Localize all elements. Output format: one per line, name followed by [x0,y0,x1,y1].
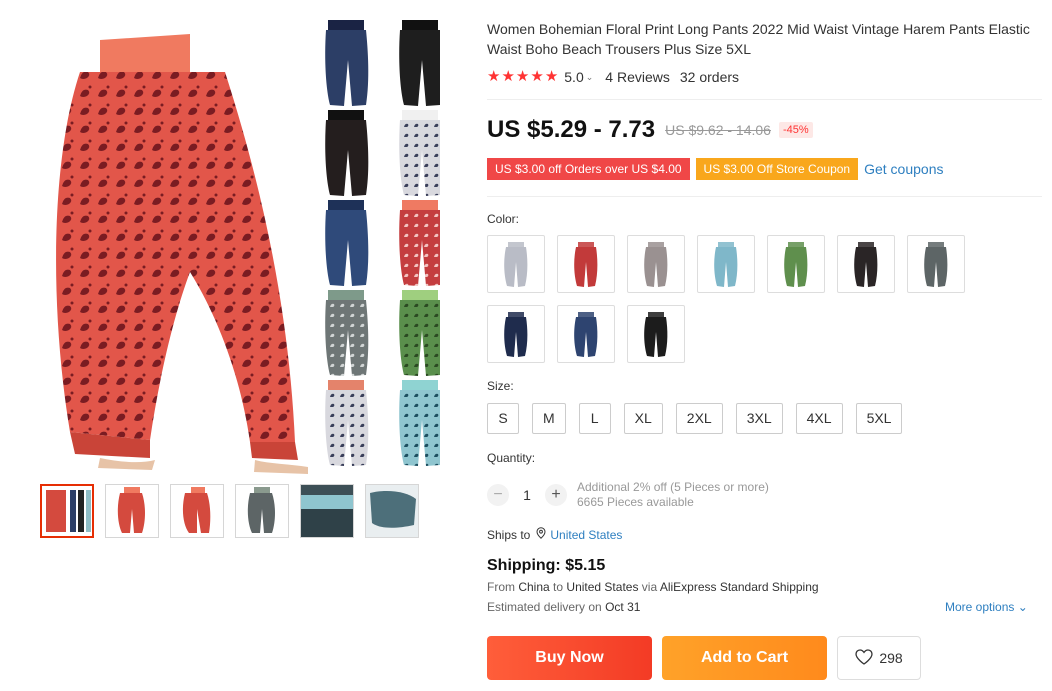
color-grid [325,20,443,466]
more-options-link[interactable]: More options ⌄ [945,600,1028,614]
size-option[interactable]: 2XL [675,403,723,434]
thumbnail-2[interactable] [105,484,159,538]
ships-to-row: Ships to United States [487,527,622,542]
size-option[interactable]: 3XL [735,403,783,434]
chevron-down-icon[interactable]: ⌄ [586,72,594,83]
chevron-down-icon: ⌄ [1017,600,1028,614]
wishlist-button[interactable]: 298 [837,636,921,680]
size-label: Size: [487,379,514,393]
action-buttons: Buy Now Add to Cart 298 [487,636,921,680]
ship-to-country: United States [566,580,639,594]
swatch-pants-image [644,242,668,287]
swatch-pants-image [504,242,528,287]
shipping-route: From China to United States via AliExpre… [487,580,819,594]
ships-to-label: Ships to [487,527,531,542]
thumbnail-6[interactable] [365,484,419,538]
ships-to-country[interactable]: United States [550,528,622,542]
heart-icon [855,648,873,668]
color-swatch[interactable] [487,235,545,293]
color-swatch[interactable] [837,235,895,293]
thumbnail-5[interactable] [300,484,354,538]
quantity-note: Additional 2% off (5 Pieces or more) 666… [577,480,769,510]
divider [487,196,1042,197]
color-options [487,235,987,363]
ship-from-country: China [518,580,550,594]
shipping-cost: Shipping: $5.15 [487,557,606,574]
to-prefix: to [553,580,564,594]
swatch-pants-image [504,312,528,357]
star-rating: ★ ★ ★ ★ ★ [487,68,558,86]
bulk-discount-note: Additional 2% off (5 Pieces or more) [577,480,769,494]
color-label: Color: [487,212,520,226]
swatch-pants-image [574,312,598,357]
size-option[interactable]: 5XL [855,403,903,434]
quantity-stepper: − 1 + Additional 2% off (5 Pieces or mor… [487,480,769,510]
rating-value[interactable]: 5.0 [564,69,583,85]
size-option[interactable]: S [487,403,519,434]
location-pin-icon [536,527,546,542]
swatch-pants-image [714,242,738,287]
color-swatch[interactable] [557,305,615,363]
color-swatch[interactable] [627,235,685,293]
rating-row: ★ ★ ★ ★ ★ 5.0 ⌄ 4 Reviews 32 orders [487,68,739,86]
divider [487,99,1042,100]
star-icon: ★ [515,68,530,85]
swatch-pants-image [644,312,668,357]
size-option[interactable]: M [532,403,566,434]
original-price: US $9.62 - 14.06 [665,122,771,138]
swatch-pants-image [924,242,948,287]
coupon-store[interactable]: US $3.00 Off Store Coupon [695,158,859,180]
color-swatch[interactable] [767,235,825,293]
quantity-input[interactable]: 1 [509,487,545,503]
product-gallery [40,12,443,538]
get-coupons-link[interactable]: Get coupons [864,161,943,177]
star-icon: ★ [530,68,544,85]
stock-available: 6665 Pieces available [577,495,694,509]
swatch-pants-image [854,242,878,287]
star-icon: ★ [544,68,559,85]
swatch-pants-image [574,242,598,287]
shipping-method: AliExpress Standard Shipping [659,580,819,594]
swatch-pants-image [784,242,808,287]
from-prefix: From [487,580,515,594]
estimated-delivery: Estimated delivery on Oct 31 [487,600,640,614]
more-options-label: More options [945,600,1015,614]
color-swatch[interactable] [557,235,615,293]
via-prefix: via [641,580,658,594]
color-swatch[interactable] [487,305,545,363]
orders-count: 32 orders [679,69,740,85]
thumbnail-1[interactable] [40,484,94,538]
add-to-cart-button[interactable]: Add to Cart [662,636,827,680]
increment-button[interactable]: + [545,484,567,506]
pants-illustration [56,20,443,474]
color-swatch[interactable] [697,235,755,293]
star-icon: ★ [501,68,515,85]
size-option[interactable]: 4XL [795,403,843,434]
delivery-prefix: Estimated delivery on [487,600,602,614]
delivery-date: Oct 31 [605,600,641,614]
thumbnail-4[interactable] [235,484,289,538]
color-swatch[interactable] [627,305,685,363]
size-option[interactable]: XL [623,403,663,434]
thumbnail-3[interactable] [170,484,224,538]
discount-badge: -45% [778,122,813,138]
price: US $5.29 - 7.73 [487,116,656,143]
size-option[interactable]: L [578,403,611,434]
buy-now-button[interactable]: Buy Now [487,636,652,680]
decrement-button[interactable]: − [487,484,509,506]
coupon-orders[interactable]: US $3.00 off Orders over US $4.00 [487,158,690,180]
size-options: S M L XL 2XL 3XL 4XL 5XL [487,403,903,434]
main-product-image[interactable] [40,12,443,474]
reviews-link[interactable]: 4 Reviews [605,69,670,85]
price-row: US $5.29 - 7.73 US $9.62 - 14.06 -45% [487,116,813,144]
star-icon: ★ [487,68,501,85]
color-swatch[interactable] [907,235,965,293]
product-title: Women Bohemian Floral Print Long Pants 2… [487,21,1030,57]
wishlist-count: 298 [879,650,903,666]
thumbnail-strip [40,484,419,538]
quantity-label: Quantity: [487,451,536,465]
coupon-row: US $3.00 off Orders over US $4.00 US $3.… [487,158,943,180]
